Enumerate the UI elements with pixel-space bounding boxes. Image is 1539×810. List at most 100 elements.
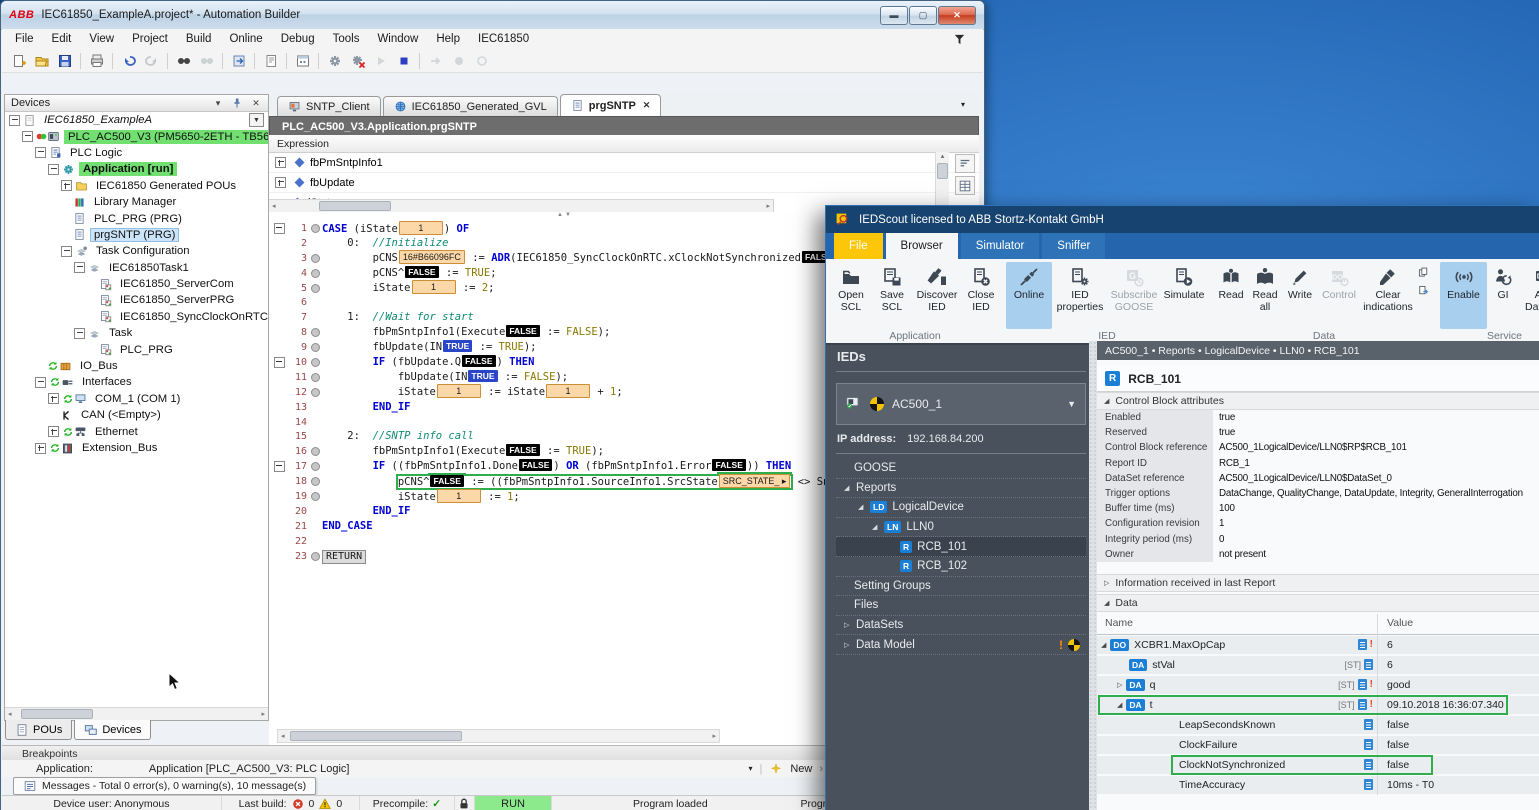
splitter-arrows-icon[interactable]: ▲▼ — [557, 212, 573, 218]
ied-tree-item-datasets[interactable]: ▷DataSets — [836, 616, 1086, 636]
panel-menu-icon[interactable]: ▾ — [212, 98, 224, 109]
data-row-clocknotsynchronized[interactable]: ClockNotSynchronizedfalse — [1097, 755, 1539, 775]
minimize-icon[interactable]: ▬ — [880, 6, 908, 25]
messages-bar[interactable]: Messages - Total 0 error(s), 0 warning(s… — [13, 777, 316, 795]
fold-collapse-icon[interactable] — [274, 357, 285, 368]
collapse-icon[interactable] — [74, 328, 85, 339]
devices-tree-item[interactable]: COM_1 (COM 1) — [5, 391, 268, 407]
devices-tree-item[interactable]: IEC61850_ServerCom — [5, 276, 268, 292]
data-row-xcbr1-maxopcap[interactable]: ◢DOXCBR1.MaxOpCap!6 — [1097, 635, 1539, 655]
fold-collapse-icon[interactable] — [274, 461, 285, 472]
save-project-button[interactable] — [54, 51, 75, 71]
ribbon-tab-simulator[interactable]: Simulator — [961, 233, 1040, 259]
watch-row[interactable]: fbPmSntpInfo1 — [269, 153, 979, 173]
devices-tree-item[interactable]: CAN (<Empty>) — [5, 407, 268, 423]
undo-button[interactable] — [118, 51, 139, 71]
export-button[interactable] — [228, 51, 249, 71]
editor-tab-iec61850_generated_gvl[interactable]: IEC61850_Generated_GVL — [383, 96, 558, 116]
application-dropdown-icon[interactable]: ▾ — [748, 764, 752, 773]
monitor-value-box[interactable]: FALSE — [430, 475, 463, 487]
monitor-value-box[interactable]: 1 — [412, 280, 456, 294]
devices-tree-item[interactable]: Application [run] — [5, 161, 268, 177]
menu-debug[interactable]: Debug — [272, 31, 324, 47]
menu-edit[interactable]: Edit — [43, 31, 81, 47]
tab-pous[interactable]: POUs — [5, 720, 72, 740]
ied-tree-item-reports[interactable]: ◢Reports — [836, 479, 1086, 499]
expand-icon[interactable] — [35, 443, 46, 454]
watch-row[interactable]: fbUpdate — [269, 173, 979, 193]
ied-selector-combobox[interactable]: AC500_1 ▼ — [836, 383, 1086, 425]
collapse-icon[interactable] — [9, 115, 20, 126]
build-button[interactable] — [324, 51, 345, 71]
open-project-button[interactable] — [31, 51, 52, 71]
data-row-t[interactable]: ◢DAt[ST]!09.10.2018 16:36:07.340 — [1097, 695, 1539, 715]
code-hscrollbar[interactable]: ◂ ▸ — [277, 729, 720, 743]
devices-tree-item[interactable]: PLC_AC500_V3 (PM5650-2ETH - TB5620-2ET — [5, 128, 268, 144]
sort-view-icon[interactable] — [955, 154, 975, 173]
filter-funnel-icon[interactable] — [952, 32, 967, 47]
close-ied-button[interactable]: Close IED — [962, 262, 1000, 329]
tab-list-dropdown-icon[interactable]: ▾ — [961, 100, 965, 109]
export-report-icon[interactable] — [1418, 285, 1432, 299]
print-button[interactable] — [86, 51, 107, 71]
collapse-icon[interactable] — [35, 147, 46, 158]
ied-properties-button[interactable]: IED properties — [1052, 262, 1108, 329]
add-dataset-button[interactable]: DSAdd DataSet — [1519, 262, 1539, 329]
expander-closed-icon[interactable]: ▷ — [844, 621, 856, 629]
devices-tree-item[interactable]: IEC61850_SyncClockOnRTC — [5, 309, 268, 325]
expand-icon[interactable] — [48, 393, 59, 404]
collapse-icon[interactable] — [74, 262, 85, 273]
read-all-button[interactable]: Read all — [1248, 262, 1282, 329]
start-button[interactable] — [370, 51, 391, 71]
find-next-button[interactable] — [196, 51, 217, 71]
menu-build[interactable]: Build — [177, 31, 221, 47]
devices-hscrollbar[interactable]: ◂ ▸ — [5, 707, 268, 720]
copy-report-icon[interactable] — [1418, 267, 1432, 281]
online-button[interactable]: Online — [1006, 262, 1052, 329]
expander-open-icon[interactable]: ◢ — [1101, 641, 1106, 649]
ied-tree-item-goose[interactable]: GOOSE — [836, 459, 1086, 479]
devices-tree-item[interactable]: PLC_PRG — [5, 341, 268, 357]
monitor-value-box[interactable]: 16#B66096FC — [399, 250, 465, 264]
data-row-leapsecondsknown[interactable]: LeapSecondsKnownfalse — [1097, 715, 1539, 735]
data-row-stval[interactable]: DAstVal[ST]6 — [1097, 655, 1539, 675]
fold-collapse-icon[interactable] — [274, 223, 285, 234]
save-scl-button[interactable]: Save SCL — [872, 262, 912, 329]
expander-open-icon[interactable]: ◢ — [872, 523, 884, 531]
monitor-value-box[interactable]: 1 — [399, 221, 443, 235]
application-combobox[interactable]: Application [PLC_AC500_V3: PLC Logic] — [149, 763, 350, 775]
table-view-icon[interactable] — [955, 176, 975, 195]
collapse-icon[interactable] — [48, 164, 59, 175]
enable-button[interactable]: Enable — [1440, 262, 1487, 329]
section-information-last-report[interactable]: ▷ Information received in last Report — [1097, 574, 1539, 592]
devices-tree-item[interactable]: IO_Bus — [5, 358, 268, 374]
section-control-block-attributes[interactable]: ◢ Control Block attributes — [1097, 392, 1539, 410]
redo-button[interactable] — [141, 51, 162, 71]
menu-iec61850[interactable]: IEC61850 — [469, 31, 538, 47]
data-row-q[interactable]: ▷DAq[ST]!good — [1097, 675, 1539, 695]
tab-devices[interactable]: Devices — [74, 720, 151, 740]
expander-closed-icon[interactable]: ▷ — [844, 641, 856, 649]
panel-close-icon[interactable]: ✕ — [250, 98, 262, 109]
discover-ied-button[interactable]: Discover IED — [912, 262, 962, 329]
monitor-value-box[interactable]: FALSE — [519, 459, 552, 471]
ribbon-tab-file[interactable]: File — [834, 233, 883, 259]
devices-tree-item[interactable]: IEC61850_ExampleA▼ — [5, 112, 268, 128]
stop-button[interactable] — [393, 51, 414, 71]
close-icon[interactable]: ✕ — [938, 6, 976, 25]
step-button[interactable] — [425, 51, 446, 71]
menu-file[interactable]: File — [6, 31, 43, 47]
data-row-timeaccuracy[interactable]: TimeAccuracy10ms - T0 — [1097, 775, 1539, 795]
declaration-hscrollbar[interactable]: ◂ ▸ — [269, 199, 774, 212]
devices-tree-item[interactable]: PLC_PRG (PRG) — [5, 210, 268, 226]
ribbon-tab-browser[interactable]: Browser — [886, 233, 958, 259]
new-file-button[interactable] — [8, 51, 29, 71]
circle-button[interactable] — [471, 51, 492, 71]
monitor-value-box[interactable]: FALSE — [405, 266, 438, 278]
new-button[interactable]: New — [790, 763, 812, 775]
monitor-value-box[interactable]: FALSE — [462, 355, 495, 367]
expand-icon[interactable] — [275, 157, 286, 168]
devices-tree-item[interactable]: Task — [5, 325, 268, 341]
devices-tree-item[interactable]: Task Configuration — [5, 243, 268, 259]
menu-project[interactable]: Project — [123, 31, 177, 47]
